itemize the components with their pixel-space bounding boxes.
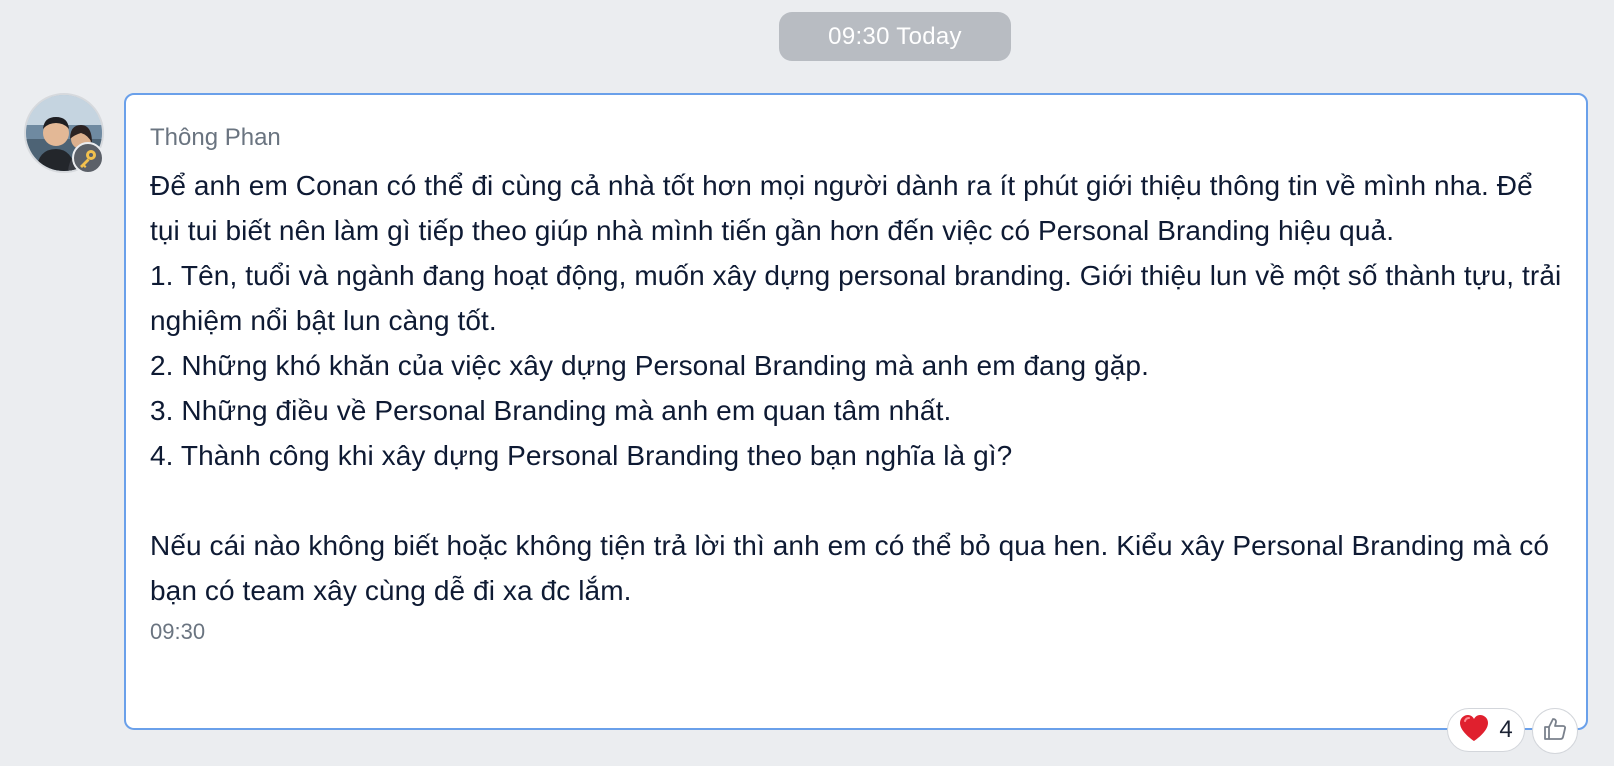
like-button[interactable]: [1532, 708, 1578, 754]
sender-name: Thông Phan: [150, 124, 281, 151]
key-icon: [72, 142, 104, 174]
message-time: 09:30: [150, 619, 206, 644]
message-bubble[interactable]: Thông Phan Để anh em Conan có thể đi cùn…: [124, 93, 1588, 730]
heart-reaction[interactable]: 4: [1447, 708, 1525, 752]
heart-icon: [1459, 714, 1489, 747]
date-separator: 09:30 Today: [779, 12, 1011, 61]
thumbs-up-icon: [1542, 716, 1568, 747]
reaction-count: 4: [1499, 716, 1513, 743]
message-text: Để anh em Conan có thể đi cùng cả nhà tố…: [150, 170, 1562, 606]
